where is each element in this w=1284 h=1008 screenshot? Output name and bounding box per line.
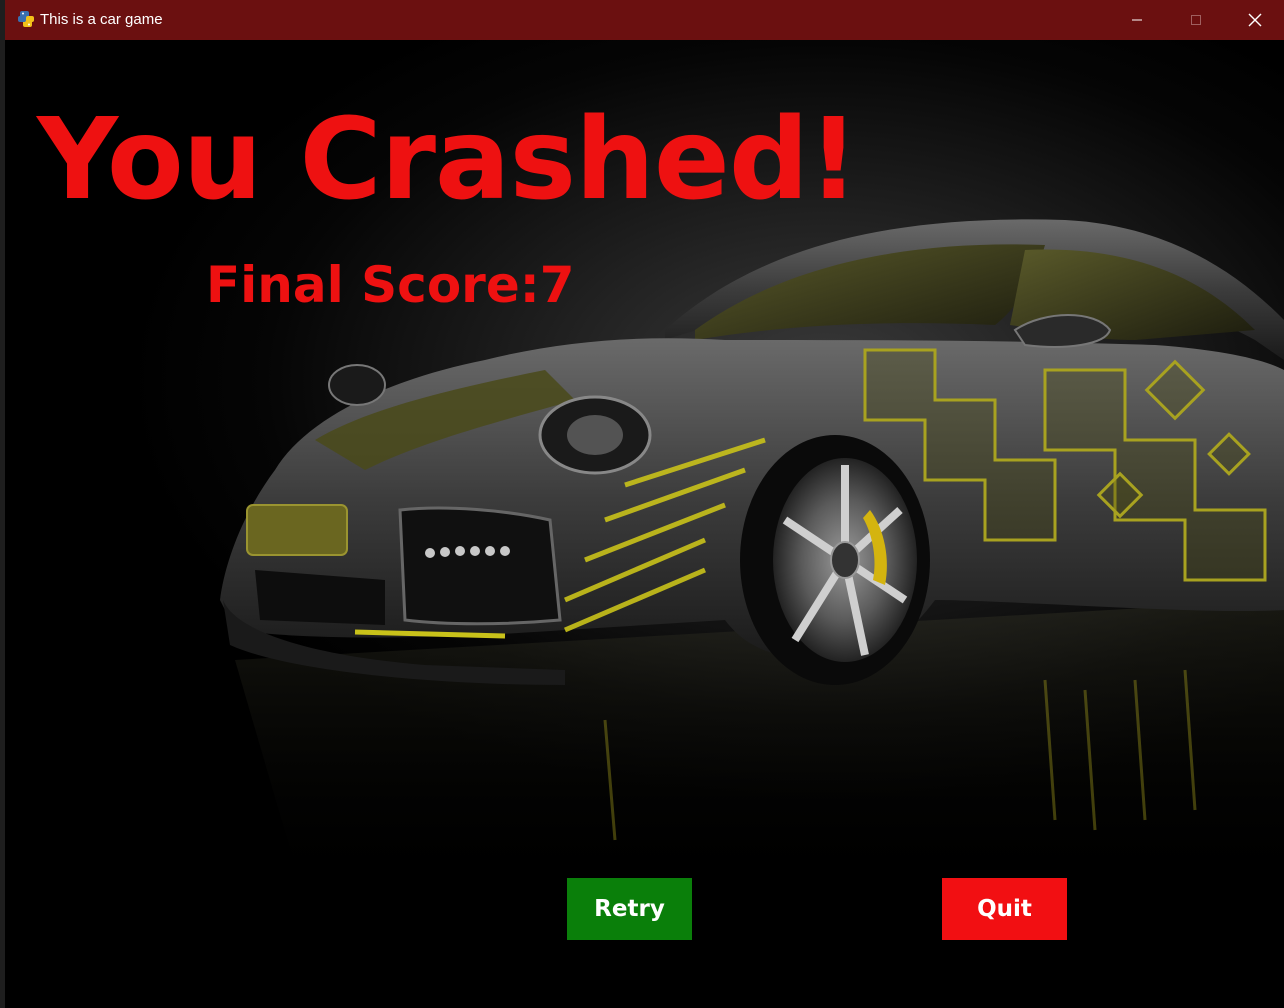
window-titlebar[interactable]: This is a car game [5, 0, 1284, 40]
window-title: This is a car game [40, 11, 163, 28]
python-snake-icon [17, 10, 35, 28]
maximize-icon [1191, 15, 1201, 25]
game-window: This is a car game You Crashed! Final Sc… [5, 0, 1284, 1008]
quit-button[interactable]: Quit [942, 878, 1067, 940]
crash-headline: You Crashed! [37, 95, 859, 225]
minimize-icon [1132, 19, 1142, 21]
game-over-screen: You Crashed! Final Score:7 Retry Quit [5, 40, 1284, 1008]
close-button[interactable] [1227, 0, 1283, 40]
minimize-button[interactable] [1109, 0, 1165, 40]
final-score-label: Final Score:7 [206, 256, 575, 314]
retry-button[interactable]: Retry [567, 878, 692, 940]
maximize-button[interactable] [1168, 0, 1224, 40]
close-icon [1248, 13, 1262, 27]
